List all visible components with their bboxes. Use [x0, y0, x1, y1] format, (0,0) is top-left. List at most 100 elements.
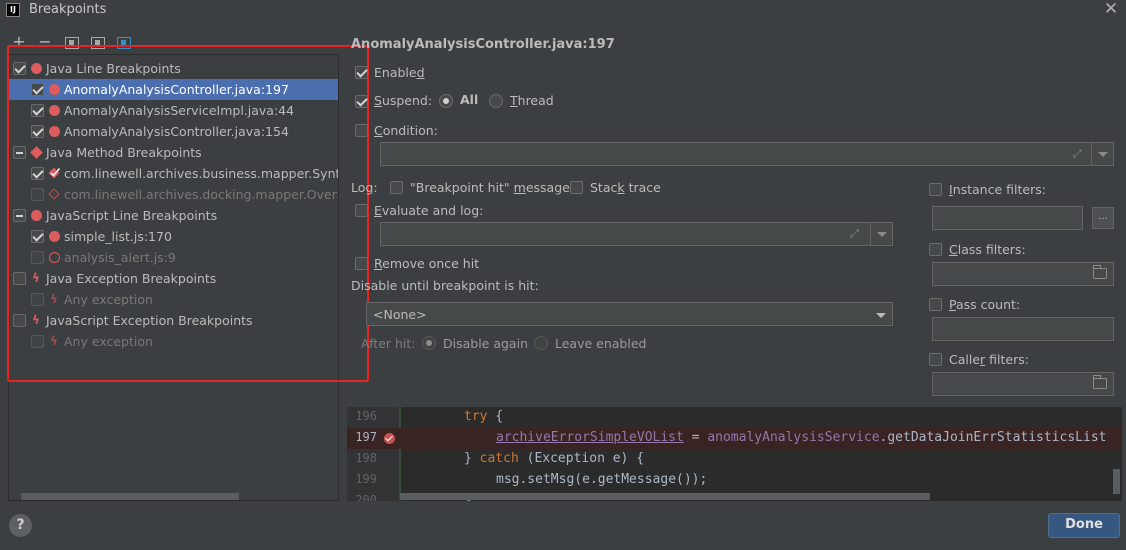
breakpoint-checkbox[interactable] — [31, 230, 44, 243]
folder-icon[interactable] — [1093, 375, 1107, 389]
instance-filters-checkbox[interactable] — [929, 183, 942, 196]
tree-group-label: Java Line Breakpoints — [46, 61, 181, 76]
tree-item-breakpoint[interactable]: ϟ Any exception — [9, 331, 338, 352]
after-hit-label: After hit: — [361, 336, 416, 351]
group-checkbox[interactable] — [13, 314, 26, 327]
instance-filters-label: Instance filters: — [949, 182, 1046, 197]
done-button[interactable]: Done — [1048, 513, 1120, 538]
caller-filters-label: Caller filters: — [949, 352, 1029, 367]
tree-item-breakpoint[interactable]: simple_list.js:170 — [9, 226, 338, 247]
tree-group-javascript-line-breakpoints[interactable]: JavaScript Line Breakpoints — [9, 205, 338, 226]
log-message-checkbox[interactable] — [390, 181, 403, 194]
pass-count-input[interactable] — [932, 317, 1114, 341]
tree-group-javascript-exception-breakpoints[interactable]: ϟ JavaScript Exception Breakpoints — [9, 310, 338, 331]
pass-count-checkbox[interactable] — [929, 298, 942, 311]
condition-input[interactable]: ⤢ — [380, 142, 1114, 166]
caller-filters-checkbox[interactable] — [929, 353, 942, 366]
tree-item-label: AnomalyAnalysisServiceImpl.java:44 — [64, 103, 295, 118]
condition-checkbox[interactable] — [355, 124, 368, 137]
tree-item-label: Any exception — [64, 292, 153, 307]
breakpoint-checkbox[interactable] — [31, 251, 44, 264]
disable-until-select[interactable]: <None> — [366, 302, 893, 326]
tree-item-label: com.linewell.archives.docking.mapper.Ove… — [64, 187, 338, 202]
leave-enabled-radio[interactable] — [534, 336, 548, 350]
tree-item-breakpoint[interactable]: com.linewell.archives.business.mapper.Sy… — [9, 163, 338, 184]
line-breakpoint-icon — [49, 105, 60, 116]
exception-breakpoint-icon: ϟ — [32, 271, 40, 285]
method-breakpoint-icon — [30, 146, 43, 159]
disable-until-label: Disable until breakpoint is hit: — [351, 278, 539, 293]
group-by-file-icon[interactable] — [91, 37, 105, 49]
folder-icon[interactable] — [1093, 265, 1107, 279]
tree-item-breakpoint[interactable]: AnomalyAnalysisController.java:154 — [9, 121, 338, 142]
group-by-class-icon[interactable] — [117, 37, 131, 49]
tree-item-label: Any exception — [64, 334, 153, 349]
class-filters-checkbox[interactable] — [929, 243, 942, 256]
log-label: Log: — [351, 180, 378, 195]
tree-group-java-method-breakpoints[interactable]: Java Method Breakpoints — [9, 142, 338, 163]
tree-group-label: JavaScript Line Breakpoints — [46, 208, 218, 223]
line-number: 197 — [355, 430, 377, 444]
caller-filters-input[interactable] — [932, 372, 1114, 396]
tree-item-label: AnomalyAnalysisController.java:197 — [64, 82, 289, 97]
suspend-all-label: All — [460, 92, 479, 107]
breakpoint-checkbox[interactable] — [31, 83, 44, 96]
instance-filters-browse-button[interactable]: ... — [1092, 207, 1114, 229]
close-icon[interactable]: ✕ — [1102, 0, 1120, 19]
remove-once-hit-checkbox[interactable] — [355, 257, 368, 270]
evaluate-history-dropdown[interactable] — [870, 223, 892, 245]
suspend-checkbox[interactable] — [355, 95, 368, 108]
tree-horizontal-scrollbar[interactable] — [21, 493, 239, 500]
method-breakpoint-disabled-icon — [48, 188, 60, 200]
disable-again-radio[interactable] — [422, 336, 436, 350]
log-message-label: "Breakpoint hit" message — [410, 180, 570, 195]
tree-group-label: Java Exception Breakpoints — [46, 271, 217, 286]
line-number: 198 — [355, 451, 377, 465]
tree-item-breakpoint[interactable]: ϟ Any exception — [9, 289, 338, 310]
tree-item-label: simple_list.js:170 — [64, 229, 172, 244]
expand-icon[interactable]: ⤢ — [850, 228, 862, 240]
editor-vertical-scrollbar[interactable] — [1113, 469, 1120, 494]
tree-item-breakpoint[interactable]: AnomalyAnalysisController.java:197 — [9, 79, 338, 100]
suspend-all-radio[interactable] — [439, 94, 453, 108]
group-checkbox[interactable] — [13, 272, 26, 285]
code-preview[interactable]: 196 try { 197 archiveErrorSimpleVOList =… — [347, 407, 1122, 501]
class-filters-input[interactable] — [932, 262, 1114, 286]
breakpoint-checkbox[interactable] — [31, 188, 44, 201]
breakpoint-checkbox[interactable] — [31, 125, 44, 138]
evaluate-and-log-checkbox[interactable] — [355, 204, 368, 217]
group-checkbox[interactable] — [13, 209, 26, 222]
add-icon[interactable]: + — [10, 34, 28, 52]
group-checkbox[interactable] — [13, 146, 26, 159]
tree-group-java-exception-breakpoints[interactable]: ϟ Java Exception Breakpoints — [9, 268, 338, 289]
line-breakpoint-icon — [31, 210, 42, 221]
suspend-thread-radio[interactable] — [489, 94, 503, 108]
stack-trace-checkbox[interactable] — [570, 181, 583, 194]
enabled-checkbox[interactable] — [355, 66, 368, 79]
tree-group-java-line-breakpoints[interactable]: Java Line Breakpoints — [9, 58, 338, 79]
evaluate-and-log-input[interactable]: ⤢ — [380, 222, 893, 246]
condition-history-dropdown[interactable] — [1091, 143, 1113, 165]
group-by-package-icon[interactable] — [65, 37, 79, 49]
tree-item-breakpoint[interactable]: AnomalyAnalysisServiceImpl.java:44 — [9, 100, 338, 121]
tree-item-breakpoint[interactable]: analysis_alert.js:9 — [9, 247, 338, 268]
breakpoints-tree[interactable]: Java Line Breakpoints AnomalyAnalysisCon… — [8, 54, 339, 501]
help-button[interactable]: ? — [9, 514, 32, 537]
editor-horizontal-scrollbar[interactable] — [400, 493, 930, 500]
exception-breakpoint-disabled-icon: ϟ — [50, 292, 58, 306]
tree-group-label: Java Method Breakpoints — [46, 145, 202, 160]
tree-item-breakpoint[interactable]: com.linewell.archives.docking.mapper.Ove… — [9, 184, 338, 205]
suspend-label: Suspend: — [374, 93, 433, 108]
breakpoint-checkbox[interactable] — [31, 167, 44, 180]
breakpoint-icon[interactable] — [384, 433, 395, 444]
expand-icon[interactable]: ⤢ — [1073, 148, 1085, 160]
group-checkbox[interactable] — [13, 62, 26, 75]
line-breakpoint-disabled-icon — [49, 252, 60, 263]
tree-item-label: com.linewell.archives.business.mapper.Sy… — [64, 166, 338, 181]
instance-filters-input[interactable] — [932, 206, 1083, 230]
breakpoint-checkbox[interactable] — [31, 104, 44, 117]
breakpoint-checkbox[interactable] — [31, 335, 44, 348]
breakpoint-checkbox[interactable] — [31, 293, 44, 306]
exception-breakpoint-disabled-icon: ϟ — [50, 334, 58, 348]
remove-icon[interactable]: − — [36, 34, 54, 52]
